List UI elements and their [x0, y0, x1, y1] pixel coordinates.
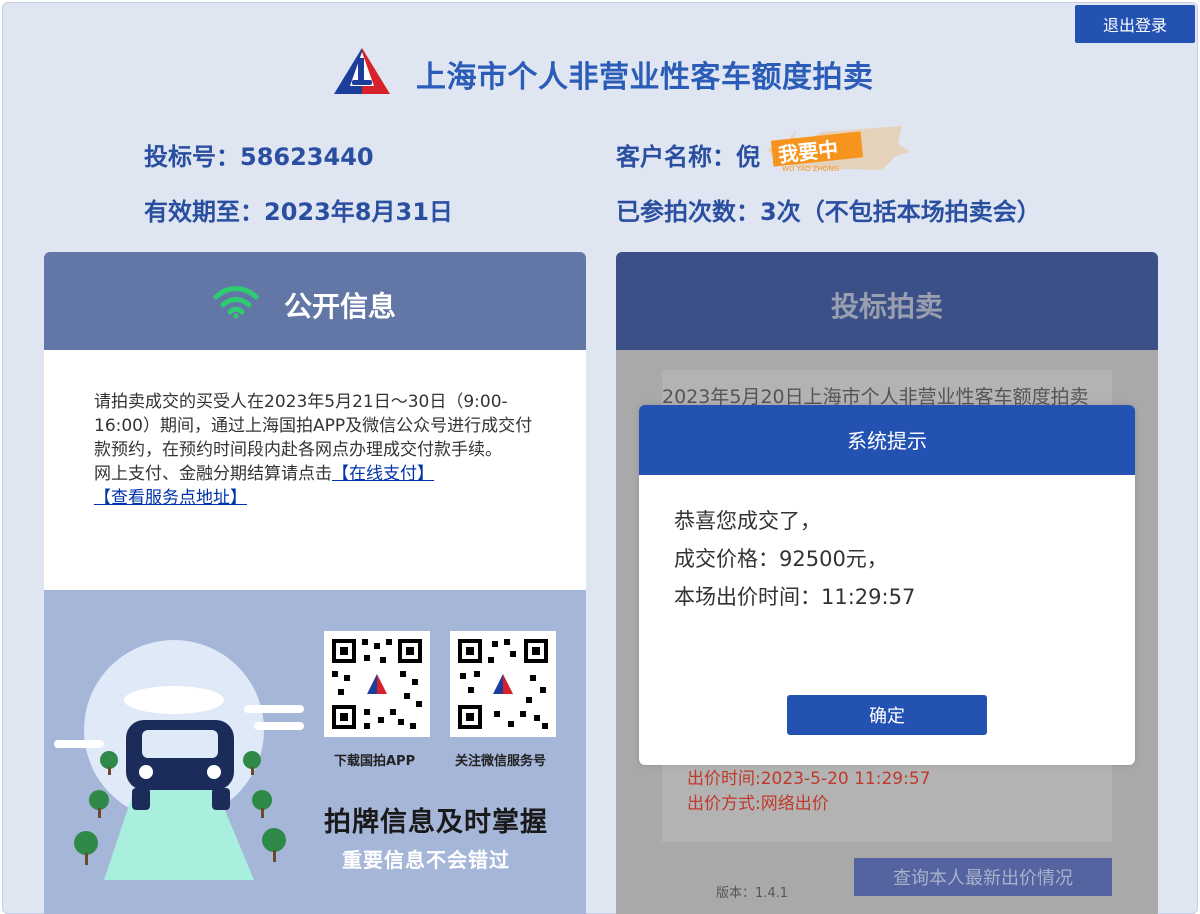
customer-name: 客户名称：倪 [616, 143, 760, 171]
participation-count: 已参拍次数：3次（不包括本场拍卖会） [616, 198, 1041, 226]
version-label: 版本：1.4.1 [716, 886, 789, 901]
dialog-congrats: 恭喜您成交了， [674, 509, 821, 533]
query-latest-bid-button[interactable]: 查询本人最新出价情况 [854, 858, 1112, 896]
guopai-logo-icon [334, 48, 390, 94]
valid-until: 有效期至：2023年8月31日 [144, 198, 453, 226]
bidding-header: 投标拍卖 [616, 252, 1158, 350]
dialog-bid-time: 本场出价时间：11:29:57 [674, 585, 916, 609]
page-title: 上海市个人非营业性客车额度拍卖 [416, 60, 874, 95]
app-qr-code [324, 631, 430, 737]
bid-number: 投标号：58623440 [144, 143, 374, 171]
public-info-header: 公开信息 [44, 252, 586, 350]
promo-banner: 下载国拍APP 关注微信服务号 拍牌信息及时掌握 重要信息不会错过 [44, 590, 586, 914]
online-pay-link[interactable]: 【在线支付】 [332, 464, 434, 484]
notice-text: 请拍卖成交的买受人在2023年5月21日～30日（9:00-16:00）期间，通… [94, 392, 533, 460]
wechat-qr-code [450, 631, 556, 737]
payment-notice: 请拍卖成交的买受人在2023年5月21日～30日（9:00-16:00）期间，通… [94, 390, 534, 510]
car-illustration [54, 640, 304, 880]
qr-code-icon [332, 639, 422, 729]
qr-code-icon [458, 639, 548, 729]
app-qr-caption: 下载国拍APP [334, 754, 416, 769]
bid-time: 出价时间:2023-5-20 11:29:57 [687, 769, 931, 789]
bidding-title: 投标拍卖 [830, 290, 943, 323]
public-info-panel: 公开信息 请拍卖成交的买受人在2023年5月21日～30日（9:00-16:00… [44, 252, 586, 914]
promo-subline: 重要信息不会错过 [342, 848, 510, 872]
wo-yao-zhong-stamp: 我要中 WO YAO ZHONG [767, 126, 910, 173]
wifi-icon [213, 286, 259, 319]
stamp-subtext: WO YAO ZHONG [782, 165, 839, 173]
system-prompt-dialog: 系统提示 恭喜您成交了， 成交价格：92500元， 本场出价时间：11:29:5… [639, 405, 1135, 765]
service-point-link[interactable]: 【查看服务点地址】 [94, 488, 247, 508]
public-info-title: 公开信息 [284, 290, 397, 323]
promo-headline: 拍牌信息及时掌握 [324, 807, 548, 838]
bid-method: 出价方式:网络出价 [687, 794, 829, 814]
dialog-price: 成交价格：92500元， [674, 547, 888, 571]
confirm-button[interactable]: 确定 [787, 695, 987, 735]
logout-button[interactable]: 退出登录 [1075, 5, 1195, 43]
dialog-title: 系统提示 [639, 405, 1135, 475]
pay-prefix: 网上支付、金融分期结算请点击 [94, 464, 332, 484]
wechat-qr-caption: 关注微信服务号 [455, 754, 547, 769]
public-info-body: 请拍卖成交的买受人在2023年5月21日～30日（9:00-16:00）期间，通… [44, 350, 586, 590]
